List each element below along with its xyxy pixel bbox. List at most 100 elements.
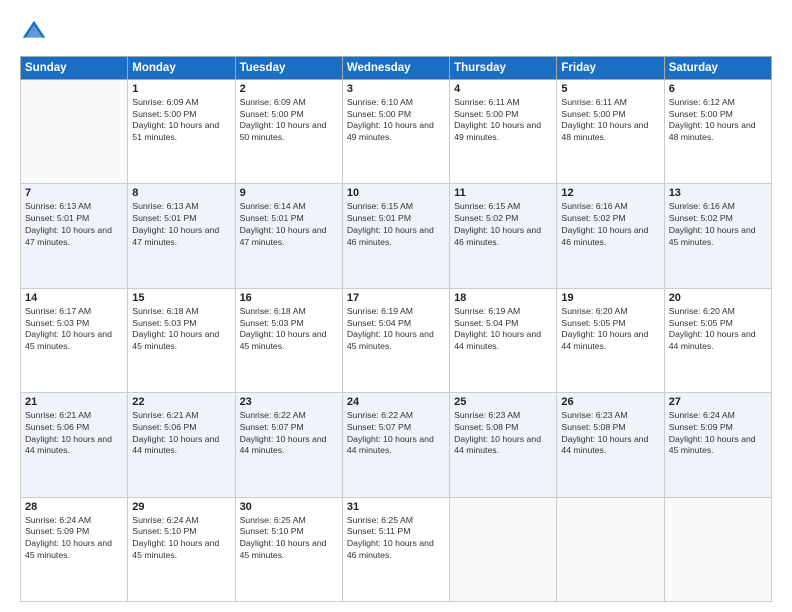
weekday-header-thursday: Thursday — [450, 57, 557, 80]
day-info: Sunrise: 6:23 AMSunset: 5:08 PMDaylight:… — [561, 410, 659, 457]
day-info: Sunrise: 6:09 AMSunset: 5:00 PMDaylight:… — [240, 97, 338, 144]
calendar-cell — [664, 497, 771, 601]
day-info: Sunrise: 6:20 AMSunset: 5:05 PMDaylight:… — [561, 306, 659, 353]
calendar-cell — [557, 497, 664, 601]
day-info: Sunrise: 6:18 AMSunset: 5:03 PMDaylight:… — [240, 306, 338, 353]
calendar-week-row: 1 Sunrise: 6:09 AMSunset: 5:00 PMDaylight… — [21, 80, 772, 184]
weekday-header-row: SundayMondayTuesdayWednesdayThursdayFrid… — [21, 57, 772, 80]
day-info: Sunrise: 6:14 AMSunset: 5:01 PMDaylight:… — [240, 201, 338, 248]
day-info: Sunrise: 6:16 AMSunset: 5:02 PMDaylight:… — [669, 201, 767, 248]
calendar-table: SundayMondayTuesdayWednesdayThursdayFrid… — [20, 56, 772, 602]
day-number: 29 — [132, 501, 230, 513]
day-info: Sunrise: 6:20 AMSunset: 5:05 PMDaylight:… — [669, 306, 767, 353]
day-info: Sunrise: 6:10 AMSunset: 5:00 PMDaylight:… — [347, 97, 445, 144]
day-info: Sunrise: 6:24 AMSunset: 5:09 PMDaylight:… — [669, 410, 767, 457]
calendar-cell: 15Sunrise: 6:18 AMSunset: 5:03 PMDayligh… — [128, 288, 235, 392]
day-info: Sunrise: 6:09 AMSunset: 5:00 PMDaylight:… — [132, 97, 230, 144]
calendar-body: 1 Sunrise: 6:09 AMSunset: 5:00 PMDaylight… — [21, 80, 772, 602]
page: SundayMondayTuesdayWednesdayThursdayFrid… — [0, 0, 792, 612]
day-number: 4 — [454, 83, 552, 95]
calendar-cell: 18 Sunrise: 6:19 AMSunset: 5:04 PMDayligh… — [450, 288, 557, 392]
day-info: Sunrise: 6:24 AMSunset: 5:10 PMDaylight:… — [132, 515, 230, 562]
day-number: 21 — [25, 396, 123, 408]
calendar-week-row: 28 Sunrise: 6:24 AMSunset: 5:09 PMDayligh… — [21, 497, 772, 601]
day-info: Sunrise: 6:25 AMSunset: 5:11 PMDaylight:… — [347, 515, 445, 562]
day-info: Sunrise: 6:25 AMSunset: 5:10 PMDaylight:… — [240, 515, 338, 562]
day-info: Sunrise: 6:11 AMSunset: 5:00 PMDaylight:… — [561, 97, 659, 144]
weekday-header-friday: Friday — [557, 57, 664, 80]
day-number: 10 — [347, 187, 445, 199]
day-number: 27 — [669, 396, 767, 408]
calendar-cell: 5 Sunrise: 6:11 AMSunset: 5:00 PMDaylight… — [557, 80, 664, 184]
day-number: 8 — [132, 187, 230, 199]
day-number: 23 — [240, 396, 338, 408]
day-info: Sunrise: 6:15 AMSunset: 5:02 PMDaylight:… — [454, 201, 552, 248]
day-info: Sunrise: 6:13 AMSunset: 5:01 PMDaylight:… — [132, 201, 230, 248]
day-number: 15 — [132, 292, 230, 304]
calendar-cell: 19 Sunrise: 6:20 AMSunset: 5:05 PMDayligh… — [557, 288, 664, 392]
day-number: 30 — [240, 501, 338, 513]
day-info: Sunrise: 6:15 AMSunset: 5:01 PMDaylight:… — [347, 201, 445, 248]
day-number: 28 — [25, 501, 123, 513]
day-number: 24 — [347, 396, 445, 408]
day-number: 19 — [561, 292, 659, 304]
calendar-cell: 25Sunrise: 6:23 AMSunset: 5:08 PMDayligh… — [450, 393, 557, 497]
calendar-cell: 8 Sunrise: 6:13 AMSunset: 5:01 PMDaylight… — [128, 184, 235, 288]
day-number: 20 — [669, 292, 767, 304]
day-info: Sunrise: 6:16 AMSunset: 5:02 PMDaylight:… — [561, 201, 659, 248]
weekday-header-sunday: Sunday — [21, 57, 128, 80]
calendar-cell: 9Sunrise: 6:14 AMSunset: 5:01 PMDaylight… — [235, 184, 342, 288]
calendar-cell — [450, 497, 557, 601]
day-info: Sunrise: 6:13 AMSunset: 5:01 PMDaylight:… — [25, 201, 123, 248]
calendar-cell: 11Sunrise: 6:15 AMSunset: 5:02 PMDayligh… — [450, 184, 557, 288]
calendar-cell: 31 Sunrise: 6:25 AMSunset: 5:11 PMDayligh… — [342, 497, 449, 601]
calendar-cell: 29 Sunrise: 6:24 AMSunset: 5:10 PMDayligh… — [128, 497, 235, 601]
calendar-cell: 16 Sunrise: 6:18 AMSunset: 5:03 PMDayligh… — [235, 288, 342, 392]
calendar-cell: 4 Sunrise: 6:11 AMSunset: 5:00 PMDaylight… — [450, 80, 557, 184]
day-number: 16 — [240, 292, 338, 304]
calendar-cell: 3 Sunrise: 6:10 AMSunset: 5:00 PMDaylight… — [342, 80, 449, 184]
calendar-cell: 20 Sunrise: 6:20 AMSunset: 5:05 PMDayligh… — [664, 288, 771, 392]
weekday-header-monday: Monday — [128, 57, 235, 80]
day-number: 18 — [454, 292, 552, 304]
day-number: 5 — [561, 83, 659, 95]
calendar-cell: 6Sunrise: 6:12 AMSunset: 5:00 PMDaylight… — [664, 80, 771, 184]
calendar-week-row: 14 Sunrise: 6:17 AMSunset: 5:03 PMDayligh… — [21, 288, 772, 392]
calendar-cell: 24 Sunrise: 6:22 AMSunset: 5:07 PMDayligh… — [342, 393, 449, 497]
day-number: 2 — [240, 83, 338, 95]
weekday-header-saturday: Saturday — [664, 57, 771, 80]
day-info: Sunrise: 6:19 AMSunset: 5:04 PMDaylight:… — [347, 306, 445, 353]
calendar-cell: 28 Sunrise: 6:24 AMSunset: 5:09 PMDayligh… — [21, 497, 128, 601]
calendar-cell: 22Sunrise: 6:21 AMSunset: 5:06 PMDayligh… — [128, 393, 235, 497]
day-number: 25 — [454, 396, 552, 408]
calendar-cell: 30 Sunrise: 6:25 AMSunset: 5:10 PMDayligh… — [235, 497, 342, 601]
day-info: Sunrise: 6:11 AMSunset: 5:00 PMDaylight:… — [454, 97, 552, 144]
weekday-header-wednesday: Wednesday — [342, 57, 449, 80]
calendar-cell: 13Sunrise: 6:16 AMSunset: 5:02 PMDayligh… — [664, 184, 771, 288]
day-info: Sunrise: 6:22 AMSunset: 5:07 PMDaylight:… — [240, 410, 338, 457]
header — [20, 18, 772, 46]
day-number: 7 — [25, 187, 123, 199]
calendar-cell: 27 Sunrise: 6:24 AMSunset: 5:09 PMDayligh… — [664, 393, 771, 497]
calendar-cell: 1 Sunrise: 6:09 AMSunset: 5:00 PMDaylight… — [128, 80, 235, 184]
weekday-header-tuesday: Tuesday — [235, 57, 342, 80]
day-number: 31 — [347, 501, 445, 513]
calendar-week-row: 21 Sunrise: 6:21 AMSunset: 5:06 PMDayligh… — [21, 393, 772, 497]
day-number: 26 — [561, 396, 659, 408]
day-info: Sunrise: 6:21 AMSunset: 5:06 PMDaylight:… — [132, 410, 230, 457]
day-info: Sunrise: 6:17 AMSunset: 5:03 PMDaylight:… — [25, 306, 123, 353]
day-info: Sunrise: 6:22 AMSunset: 5:07 PMDaylight:… — [347, 410, 445, 457]
calendar-cell: 26 Sunrise: 6:23 AMSunset: 5:08 PMDayligh… — [557, 393, 664, 497]
day-info: Sunrise: 6:19 AMSunset: 5:04 PMDaylight:… — [454, 306, 552, 353]
day-info: Sunrise: 6:24 AMSunset: 5:09 PMDaylight:… — [25, 515, 123, 562]
calendar-cell: 23 Sunrise: 6:22 AMSunset: 5:07 PMDayligh… — [235, 393, 342, 497]
day-number: 3 — [347, 83, 445, 95]
day-number: 12 — [561, 187, 659, 199]
day-number: 6 — [669, 83, 767, 95]
calendar-cell: 14 Sunrise: 6:17 AMSunset: 5:03 PMDayligh… — [21, 288, 128, 392]
day-number: 14 — [25, 292, 123, 304]
calendar-cell: 7 Sunrise: 6:13 AMSunset: 5:01 PMDaylight… — [21, 184, 128, 288]
calendar-cell: 12 Sunrise: 6:16 AMSunset: 5:02 PMDayligh… — [557, 184, 664, 288]
day-number: 1 — [132, 83, 230, 95]
calendar-cell — [21, 80, 128, 184]
